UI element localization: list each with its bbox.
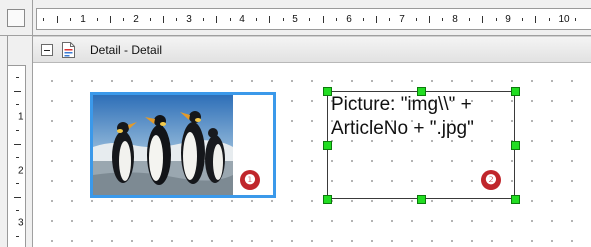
ruler-number: 8 <box>451 14 459 26</box>
vertical-ruler: 1 2 3 <box>0 36 33 247</box>
ruler-tick <box>16 77 19 78</box>
ruler-tick <box>230 18 231 21</box>
section-band[interactable]: Detail - Detail <box>33 36 591 63</box>
ruler-tick <box>16 104 19 105</box>
resize-handle-bottom-right[interactable] <box>511 195 520 204</box>
ruler-number: 5 <box>291 14 299 26</box>
ruler-tick <box>416 18 417 21</box>
ruler-corner-box <box>7 9 25 27</box>
resize-handle-top-right[interactable] <box>511 87 520 96</box>
horizontal-ruler: 1 2 3 4 5 6 7 8 9 10 <box>33 0 591 36</box>
ruler-number: 2 <box>18 165 24 177</box>
section-title: Detail - Detail <box>90 43 163 57</box>
resize-handle-right[interactable] <box>511 141 520 150</box>
vertical-ruler-section-edge <box>7 36 26 65</box>
ruler-tick <box>363 18 364 21</box>
ruler-number: 3 <box>185 14 193 26</box>
horizontal-ruler-strip: 1 2 3 4 5 6 7 8 9 10 <box>36 8 591 30</box>
ruler-number: 2 <box>132 14 140 26</box>
ruler-number: 1 <box>18 111 24 123</box>
ruler-tick <box>535 16 536 23</box>
ruler-tick <box>283 18 284 21</box>
ruler-tick <box>16 157 19 158</box>
ruler-tick <box>16 210 19 211</box>
ruler-tick <box>336 18 337 21</box>
ruler-tick <box>150 18 151 21</box>
ruler-tick <box>97 18 98 21</box>
ruler-tick <box>323 16 324 23</box>
ruler-tick <box>16 130 19 131</box>
resize-handle-top[interactable] <box>417 87 426 96</box>
section-page-icon <box>62 42 75 58</box>
ruler-tick <box>309 18 310 21</box>
callout-marker-2: ❷ <box>481 170 501 190</box>
ruler-number: 9 <box>504 14 512 26</box>
resize-handle-bottom[interactable] <box>417 195 426 204</box>
ruler-tick <box>256 18 257 21</box>
resize-handle-top-left[interactable] <box>323 87 332 96</box>
ruler-tick <box>216 16 217 23</box>
ruler-tick <box>123 18 124 21</box>
ruler-tick <box>269 16 270 23</box>
ruler-tick <box>389 18 390 21</box>
resize-handle-left[interactable] <box>323 141 332 150</box>
ruler-tick <box>14 91 21 92</box>
ruler-tick <box>442 18 443 21</box>
ruler-number: 10 <box>557 14 571 26</box>
ruler-tick <box>14 197 21 198</box>
ruler-tick <box>16 183 19 184</box>
ruler-tick <box>14 144 21 145</box>
ruler-tick <box>203 18 204 21</box>
text-object-content: Picture: "img\\" + ArticleNo + ".jpg" <box>331 94 474 139</box>
resize-handle-bottom-left[interactable] <box>323 195 332 204</box>
ruler-tick <box>522 18 523 21</box>
ruler-tick <box>43 18 44 21</box>
collapse-minus-icon[interactable] <box>41 44 53 56</box>
ruler-number: 6 <box>345 14 353 26</box>
ruler-number: 1 <box>79 14 87 26</box>
ruler-tick <box>549 18 550 21</box>
ruler-tick <box>575 18 576 21</box>
vertical-ruler-strip: 1 2 3 <box>7 65 26 247</box>
ruler-tick <box>57 16 58 23</box>
callout-marker-1: ❶ <box>240 170 260 190</box>
ruler-tick <box>482 16 483 23</box>
ruler-tick <box>70 18 71 21</box>
ruler-tick <box>176 18 177 21</box>
ruler-number: 4 <box>238 14 246 26</box>
ruler-tick <box>16 236 19 237</box>
ruler-tick <box>496 18 497 21</box>
ruler-number: 7 <box>398 14 406 26</box>
ruler-tick <box>163 16 164 23</box>
ruler-tick <box>469 18 470 21</box>
ruler-number: 3 <box>18 217 24 229</box>
report-designer: 1 2 3 4 5 6 7 8 9 10 1 2 3 Detail - Deta <box>0 0 591 247</box>
ruler-tick <box>429 16 430 23</box>
ruler-tick <box>110 16 111 23</box>
ruler-corner[interactable] <box>0 0 33 36</box>
ruler-tick <box>376 16 377 23</box>
